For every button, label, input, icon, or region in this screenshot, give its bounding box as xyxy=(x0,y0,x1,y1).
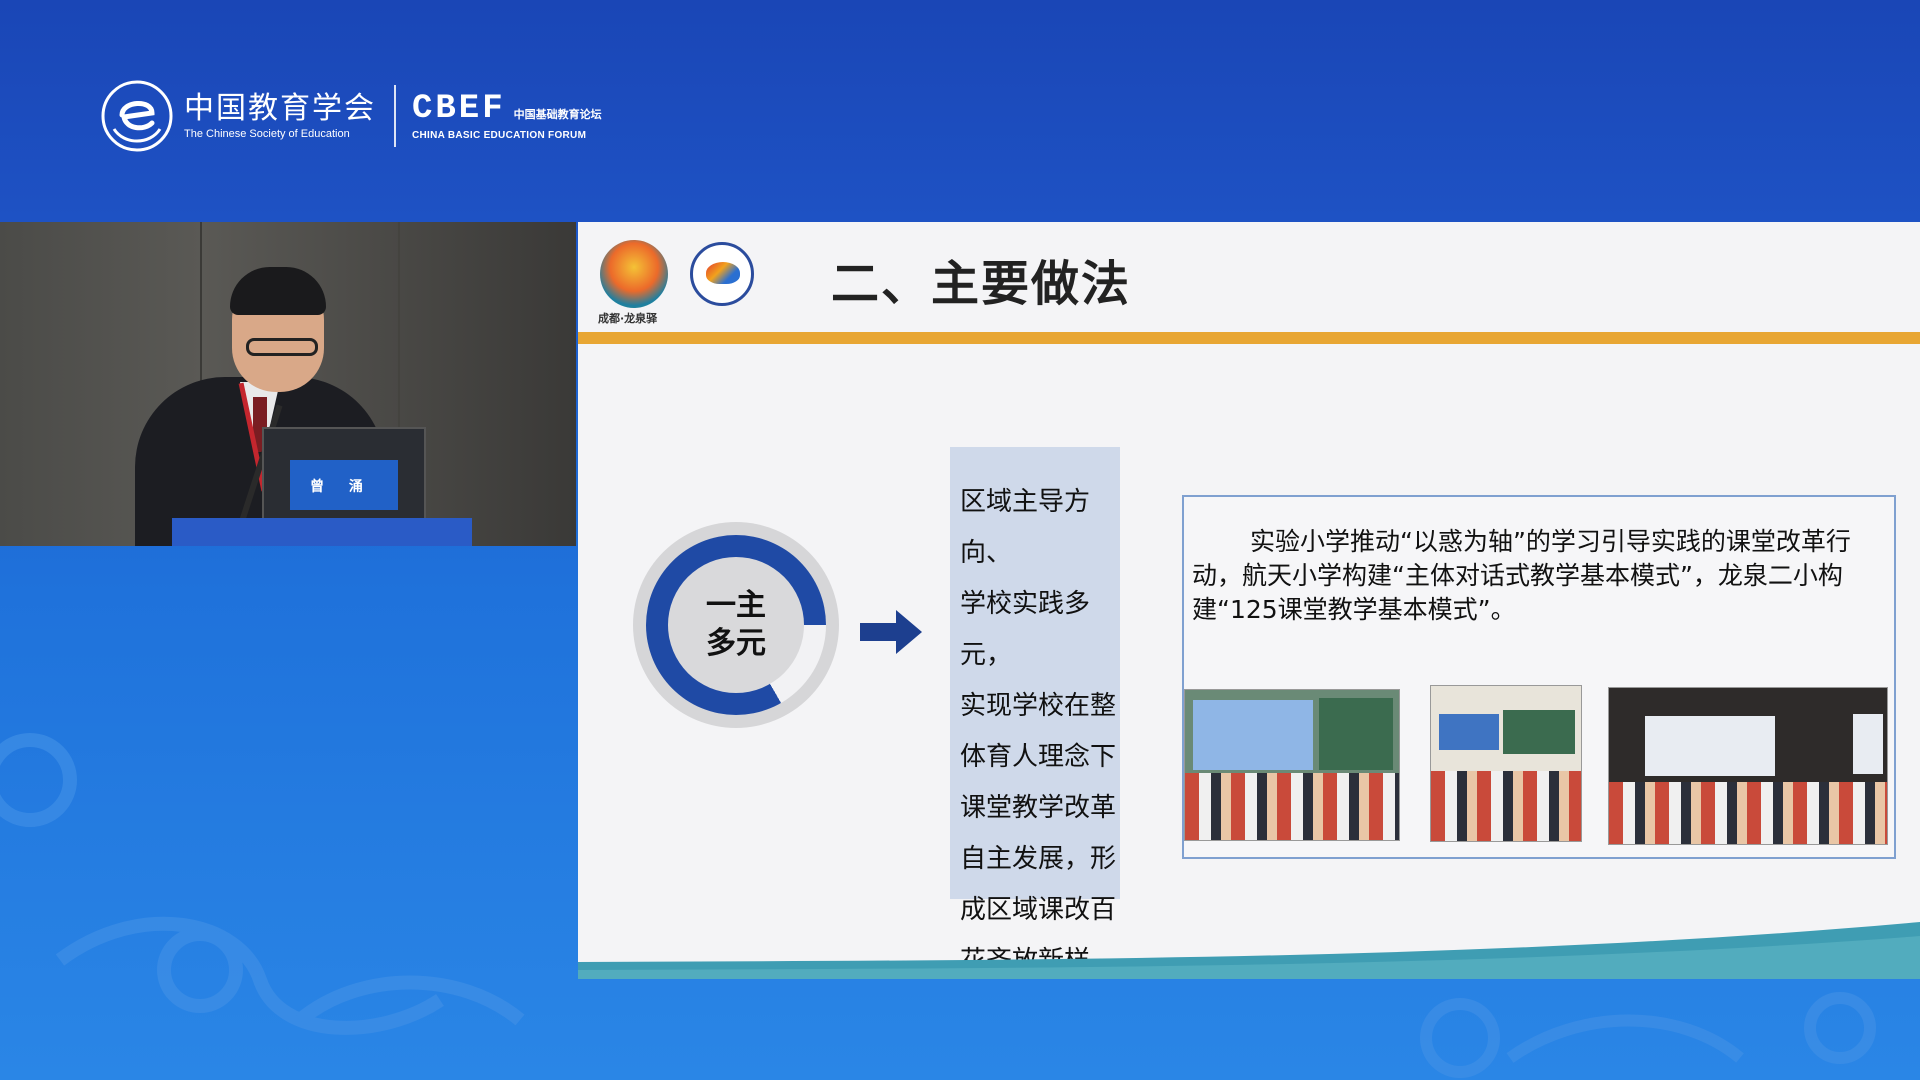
classroom-screen xyxy=(1853,714,1883,774)
slide-title: 二、主要做法 xyxy=(831,256,1132,312)
seal-wave-icon xyxy=(706,262,740,284)
header-divider xyxy=(394,85,396,147)
speaker-glasses xyxy=(246,338,318,356)
classroom-board xyxy=(1503,710,1575,754)
podium xyxy=(172,518,472,546)
header-logos: 中国教育学会 The Chinese Society of Education … xyxy=(100,76,602,156)
summary-line: 课堂教学改革 xyxy=(960,793,1117,823)
forum-name-cn: 中国基础教育论坛 xyxy=(513,107,602,121)
society-name-en: The Chinese Society of Education xyxy=(184,128,350,140)
chengdu-longquanyi-logo-icon xyxy=(600,240,668,308)
forum-logo: CBEF 中国基础教育论坛 CHINA BASIC EDUCATION FORU… xyxy=(412,92,602,141)
society-name: 中国教育学会 The Chinese Society of Education xyxy=(184,91,376,141)
summary-line: 自主发展，形 xyxy=(960,844,1117,874)
classroom-board xyxy=(1319,698,1393,770)
society-emblem-icon xyxy=(101,80,173,152)
title-underline-bar xyxy=(578,332,1920,344)
speaker-video: 曾 涌 xyxy=(0,222,576,546)
circle-label: 一主 多元 xyxy=(668,587,804,663)
summary-line: 区域主导方向、 xyxy=(960,487,1091,568)
event-header: 中国教育学会 The Chinese Society of Education … xyxy=(0,0,1920,222)
students xyxy=(1431,771,1581,841)
examples-text: 实验小学推动“以惑为轴”的学习引导实践的课堂改革行动，航天小学构建“主体对话式教… xyxy=(1192,527,1851,624)
classroom-screen xyxy=(1193,700,1313,770)
classroom-photo-3 xyxy=(1608,687,1888,845)
logo1-caption: 成都·龙泉驿 xyxy=(598,312,658,325)
summary-line: 实现学校在整 xyxy=(960,691,1117,721)
classroom-screen xyxy=(1439,714,1499,750)
slide-footer-wave xyxy=(578,922,1920,979)
summary-line: 学校实践多元， xyxy=(960,589,1091,670)
forum-name-en: CHINA BASIC EDUCATION FORUM xyxy=(412,129,587,141)
summary-line: 体育人理念下 xyxy=(960,742,1117,772)
classroom-screen xyxy=(1645,716,1775,776)
cloud-pattern-right xyxy=(1420,992,1876,1078)
classroom-photo-1 xyxy=(1184,689,1400,841)
right-arrow-icon xyxy=(860,610,922,654)
students xyxy=(1609,781,1887,844)
circle-label-line2: 多元 xyxy=(706,626,766,661)
presentation-slide: 成都·龙泉驿 二、主要做法 一主 多元 区域主导方向、 学校实践多元， 实现学校… xyxy=(578,222,1920,979)
circle-label-line1: 一主 xyxy=(706,588,766,623)
forum-abbr: CBEF xyxy=(412,89,506,128)
speaker-hair xyxy=(230,267,326,315)
summary-text: 区域主导方向、 学校实践多元， 实现学校在整 体育人理念下 课堂教学改革 自主发… xyxy=(960,477,1128,979)
society-name-cn: 中国教育学会 xyxy=(184,91,376,126)
cloud-pattern-left xyxy=(0,733,525,1035)
classroom-photo-2 xyxy=(1430,685,1582,842)
students xyxy=(1185,772,1399,840)
speaker-nameplate: 曾 涌 xyxy=(310,479,373,495)
